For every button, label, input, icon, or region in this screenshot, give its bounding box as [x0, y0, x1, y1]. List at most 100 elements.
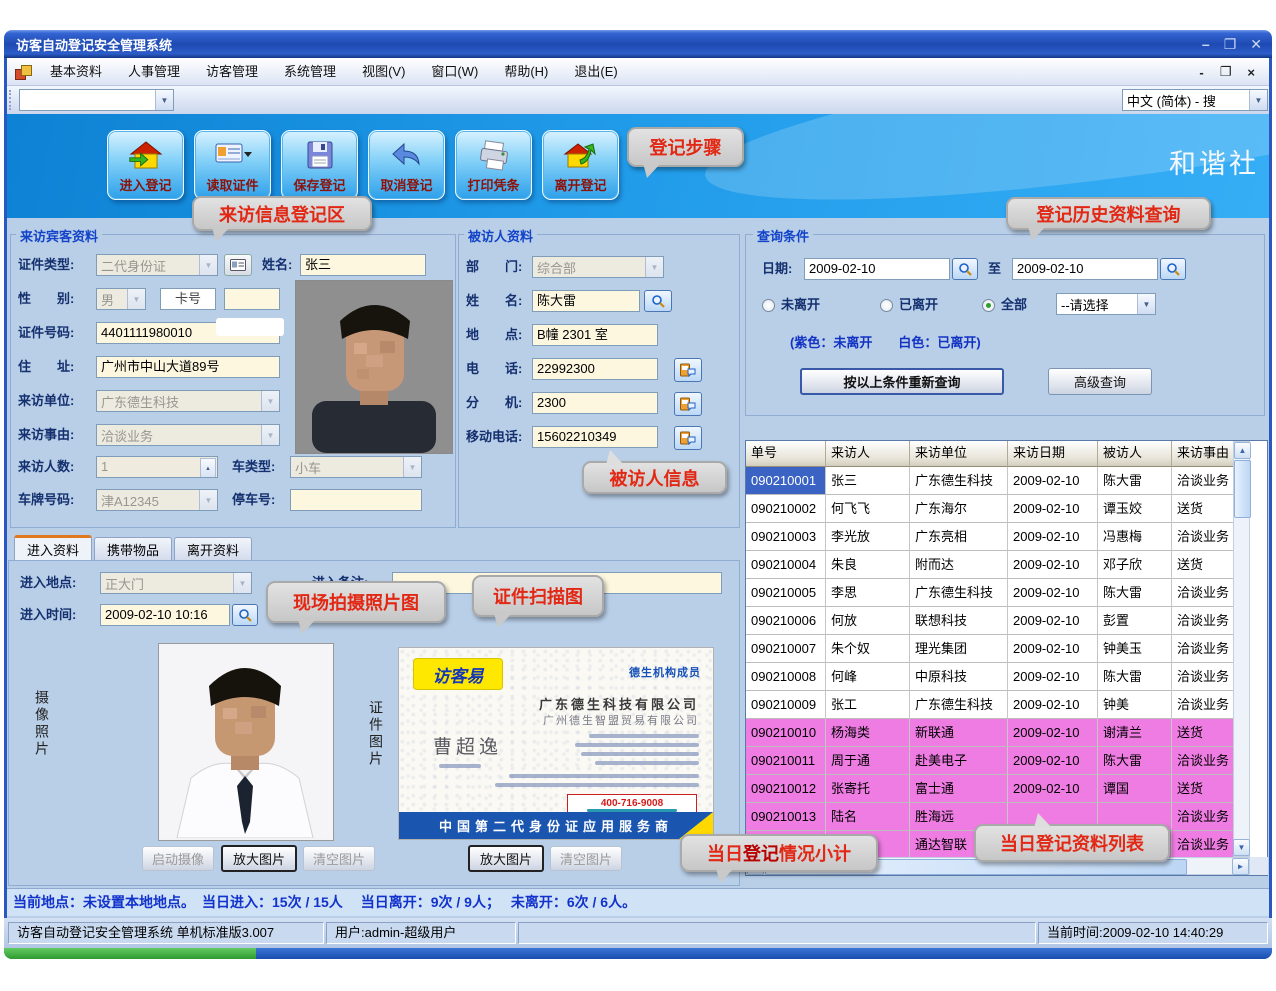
radio-icon[interactable]	[880, 299, 893, 312]
phone-input[interactable]: 22992300	[532, 358, 658, 380]
menu-system[interactable]: 系统管理	[271, 61, 349, 83]
search-visited-button[interactable]	[644, 290, 672, 312]
radio-selected-icon[interactable]	[982, 299, 995, 312]
tab-carried-items[interactable]: 携带物品	[94, 537, 172, 560]
address-input[interactable]: 广州市中山大道89号	[96, 356, 280, 378]
card-no-input[interactable]	[224, 288, 280, 310]
menu-hr[interactable]: 人事管理	[115, 61, 193, 83]
col-header-company[interactable]: 来访单位	[910, 441, 1008, 467]
filter-combo[interactable]: --请选择 ▼	[1056, 293, 1156, 315]
menu-basic-data[interactable]: 基本资料	[37, 61, 115, 83]
table-row[interactable]: 090210005李思广东德生科技2009-02-10陈大雷洽谈业务	[746, 579, 1234, 607]
table-row[interactable]: 090210006何放联想科技2009-02-10彭置洽谈业务	[746, 607, 1234, 635]
table-row[interactable]: 090210003李光放广东亮相2009-02-10冯惠梅洽谈业务	[746, 523, 1234, 551]
table-row[interactable]: 090210010杨海类新联通2009-02-10谢清兰送货	[746, 719, 1234, 747]
mdi-restore-icon[interactable]: ❐	[1220, 64, 1232, 80]
menu-exit[interactable]: 退出(E)	[561, 61, 630, 83]
table-row[interactable]: 090210009张工广东德生科技2009-02-10钟美洽谈业务	[746, 691, 1234, 719]
card-reader-button[interactable]	[224, 254, 252, 276]
radio-icon[interactable]	[762, 299, 775, 312]
ext-input[interactable]: 2300	[532, 392, 658, 414]
magnifier-icon	[651, 294, 665, 308]
enter-register-button[interactable]: 进入登记	[107, 130, 184, 200]
table-vscrollbar[interactable]: ▲ ▼	[1233, 441, 1250, 857]
table-row[interactable]: 090210004朱良附而达2009-02-10邓子欣送货	[746, 551, 1234, 579]
chevron-down-icon[interactable]: ▼	[1137, 294, 1155, 314]
leave-register-button[interactable]: 离开登记	[542, 130, 619, 200]
entry-location-combo[interactable]: 正大门 ▼	[100, 572, 252, 594]
table-row[interactable]: 090210012张寄托富士通2009-02-10谭国送货	[746, 775, 1234, 803]
scroll-up-icon[interactable]: ▲	[1234, 442, 1251, 459]
language-combo[interactable]: 中文 (简体) - 搜 ▼	[1122, 89, 1268, 111]
minimize-icon[interactable]: –	[1202, 36, 1210, 52]
radio-left[interactable]: 已离开	[880, 294, 938, 316]
card-contact-bar	[495, 783, 699, 787]
notify-phone-button[interactable]	[674, 358, 702, 382]
cell-date: 2009-02-10	[1008, 607, 1098, 635]
scroll-right-icon[interactable]: ►	[1232, 858, 1249, 875]
menu-visitor[interactable]: 访客管理	[193, 61, 271, 83]
clear-photo-button[interactable]: 清空图片	[303, 846, 375, 871]
zoom-card-button[interactable]: 放大图片	[468, 845, 544, 872]
save-register-button[interactable]: 保存登记	[281, 130, 358, 200]
tab-entry-info[interactable]: 进入资料	[14, 535, 92, 560]
vehicle-type-combo[interactable]: 小车 ▼	[290, 456, 422, 478]
col-header-date[interactable]: 来访日期	[1008, 441, 1098, 467]
start-camera-button[interactable]: 启动摄像	[142, 846, 214, 871]
visitor-count-stepper[interactable]: 1 ▲▼	[96, 456, 218, 478]
date-to-input[interactable]: 2009-02-10	[1012, 258, 1158, 280]
tab-leave-info[interactable]: 离开资料	[174, 537, 252, 560]
entry-time-picker-button[interactable]	[232, 604, 258, 626]
table-row[interactable]: 090210011周于通赴美电子2009-02-10陈大雷洽谈业务	[746, 747, 1234, 775]
cancel-register-button[interactable]: 取消登记	[368, 130, 445, 200]
table-row[interactable]: 090210002何飞飞广东海尔2009-02-10谭玉姣送货	[746, 495, 1234, 523]
advanced-query-button[interactable]: 高级查询	[1048, 368, 1152, 395]
spin-up-icon[interactable]: ▲	[200, 458, 216, 478]
col-header-reason[interactable]: 来访事由	[1172, 441, 1234, 467]
plate-combo[interactable]: 津A12345 ▼	[96, 489, 218, 511]
clear-card-button[interactable]: 清空图片	[550, 846, 622, 871]
col-header-visited[interactable]: 被访人	[1098, 441, 1172, 467]
table-row[interactable]: 090210008何峰中原科技2009-02-10陈大雷洽谈业务	[746, 663, 1234, 691]
col-header-visitor[interactable]: 来访人	[826, 441, 910, 467]
quick-combo[interactable]: ▼	[19, 89, 174, 111]
notify-ext-button[interactable]	[674, 392, 702, 416]
entry-location-label: 进入地点:	[20, 572, 76, 594]
gender-combo[interactable]: 男 ▼	[96, 288, 146, 310]
zoom-photo-button[interactable]: 放大图片	[221, 845, 297, 872]
visit-reason-combo[interactable]: 洽谈业务 ▼	[96, 424, 280, 446]
location-input[interactable]: B幢 2301 室	[532, 324, 658, 346]
table-row[interactable]: 090210001张三广东德生科技2009-02-10陈大雷洽谈业务	[746, 467, 1234, 495]
radio-all[interactable]: 全部	[982, 294, 1027, 316]
dept-combo[interactable]: 综合部 ▼	[532, 256, 664, 278]
date-from-picker-button[interactable]	[952, 258, 978, 280]
menu-view[interactable]: 视图(V)	[349, 61, 418, 83]
scroll-down-icon[interactable]: ▼	[1233, 839, 1250, 856]
col-header-id[interactable]: 单号	[746, 441, 826, 467]
cert-type-combo[interactable]: 二代身份证 ▼	[96, 254, 218, 276]
table-row[interactable]: 090210007朱个奴理光集团2009-02-10钟美玉洽谈业务	[746, 635, 1234, 663]
parking-input[interactable]	[290, 489, 422, 511]
chevron-down-icon[interactable]: ▼	[155, 90, 173, 110]
entry-time-input[interactable]: 2009-02-10 10:16	[100, 604, 230, 626]
date-from-input[interactable]: 2009-02-10	[804, 258, 950, 280]
notify-mobile-button[interactable]	[674, 426, 702, 450]
visit-company-combo[interactable]: 广东德生科技 ▼	[96, 390, 280, 412]
radio-not-left[interactable]: 未离开	[762, 294, 820, 316]
print-ticket-button[interactable]: 打印凭条	[455, 130, 532, 200]
mdi-minimize-icon[interactable]: -	[1199, 65, 1203, 80]
vscroll-thumb[interactable]	[1234, 460, 1251, 518]
restore-icon[interactable]: ❐	[1224, 36, 1237, 53]
close-icon[interactable]: ✕	[1250, 36, 1262, 53]
read-card-button[interactable]: 读取证件	[194, 130, 271, 200]
chevron-down-icon[interactable]: ▼	[1249, 90, 1267, 110]
visited-name-input[interactable]: 陈大雷	[532, 290, 640, 312]
menu-window[interactable]: 窗口(W)	[418, 61, 491, 83]
date-to-picker-button[interactable]	[1160, 258, 1186, 280]
requery-button[interactable]: 按以上条件重新查询	[800, 368, 1004, 395]
visitor-name-input[interactable]: 张三	[300, 254, 426, 276]
card-no-button[interactable]: 卡号	[160, 288, 216, 310]
menu-help[interactable]: 帮助(H)	[491, 61, 561, 83]
mobile-input[interactable]: 15602210349	[532, 426, 658, 448]
mdi-close-icon[interactable]: ×	[1247, 65, 1255, 80]
